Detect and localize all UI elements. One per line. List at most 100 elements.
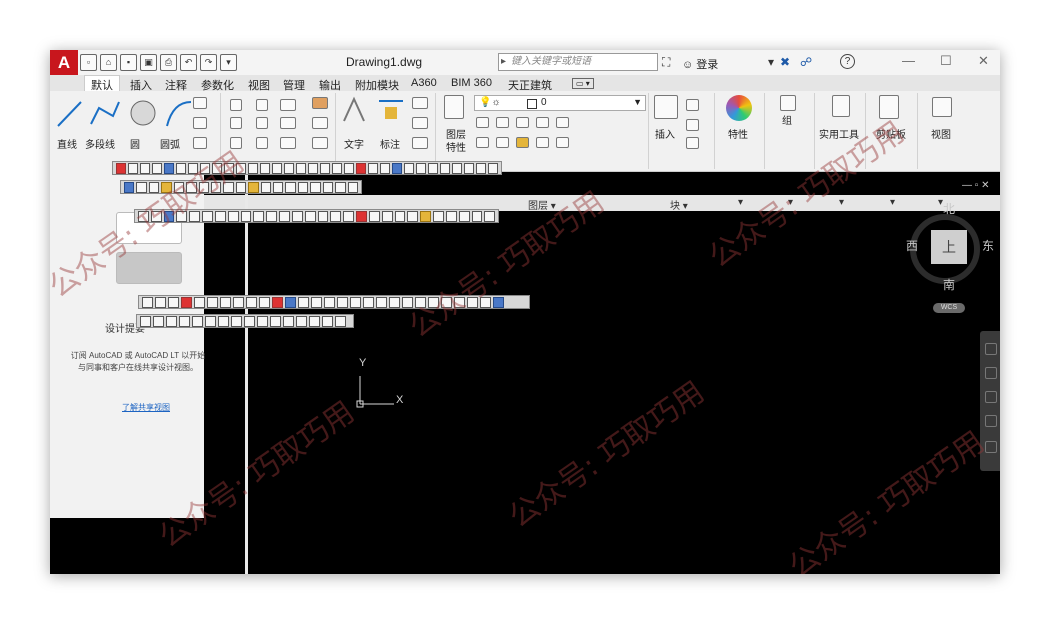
erase-icon[interactable] [312,97,328,109]
layer-tool-5-icon[interactable] [556,117,569,128]
floating-toolbar-1[interactable] [112,161,502,175]
hatch-icon[interactable] [193,117,207,129]
properties-button[interactable]: 特性 [728,126,748,141]
viewcube-east[interactable]: 东 [982,237,994,254]
viewcube-west[interactable]: 西 [906,237,918,254]
array-icon[interactable] [280,137,296,149]
floating-toolbar-3[interactable] [134,209,499,223]
layer-tool-10-icon[interactable] [556,137,569,148]
properties-panel-arrow[interactable]: ▾ [738,197,743,208]
polyline-button[interactable]: 多段线 [85,136,115,151]
dropdown-arrow-icon[interactable]: ▾ [768,55,774,69]
explode-icon[interactable] [312,117,328,129]
calculator-icon[interactable] [832,95,850,117]
move-icon[interactable] [230,99,242,111]
groups-panel-arrow[interactable]: ▾ [788,197,793,208]
binoculars-icon[interactable]: ⛶ [662,55,670,70]
search-input[interactable]: 键入关键字或短语 [498,53,658,71]
print-icon[interactable]: ⎙ [160,54,177,71]
line-button[interactable]: 直线 [57,136,77,151]
color-wheel-icon[interactable] [726,95,752,121]
block-panel-label[interactable]: 块 ▾ [670,197,688,212]
layer-tool-1-icon[interactable] [476,117,489,128]
undo-icon[interactable]: ↶ [180,54,197,71]
layer-properties-label-2[interactable]: 特性 [446,139,466,154]
leader-icon[interactable] [412,97,428,109]
rotate-icon[interactable] [256,99,268,111]
layer-tool-3-icon[interactable] [516,117,529,128]
layer-tool-2-icon[interactable] [496,117,509,128]
rectangle-icon[interactable] [193,97,207,109]
showmotion-icon[interactable] [985,441,997,453]
clipboard-button[interactable]: 剪贴板 [876,126,906,141]
text-style-icon[interactable] [412,117,428,129]
group-button[interactable]: 组 [782,112,792,127]
offset-icon[interactable] [312,137,328,149]
group-icon[interactable] [780,95,796,111]
dimension-button[interactable]: 标注 [380,136,400,151]
viewcube-north[interactable]: 北 [943,200,955,217]
layer-properties-icon[interactable] [444,95,464,119]
fillet-icon[interactable] [280,117,296,129]
close-button[interactable]: ✕ [978,53,989,69]
help-button[interactable]: ? [840,54,855,69]
clipboard-icon[interactable] [879,95,899,119]
steering-wheel-icon[interactable] [985,343,997,355]
clipboard-panel-arrow[interactable]: ▾ [890,197,895,208]
viewcube-south[interactable]: 南 [943,276,955,293]
layer-tool-8-icon[interactable] [516,137,529,148]
floating-toolbar-2[interactable] [120,180,362,194]
utilities-panel-arrow[interactable]: ▾ [839,197,844,208]
floating-toolbar-5[interactable] [136,314,354,328]
arc-button[interactable]: 圆弧 [160,136,180,151]
tab-overflow-button[interactable]: ▭ ▾ [572,78,594,89]
wcs-menu[interactable]: WCS [933,303,965,313]
utilities-button[interactable]: 实用工具 [819,126,859,141]
layer-tool-4-icon[interactable] [536,117,549,128]
exchange-icon[interactable]: ✖ [780,55,790,69]
save-icon[interactable]: ▪ [120,54,137,71]
layer-dropdown[interactable]: 💡☼ 0 ▼ [474,95,646,111]
text-button[interactable]: 文字 [344,136,364,151]
viewcube-top-face[interactable]: 上 [931,230,967,264]
layer-tool-9-icon[interactable] [536,137,549,148]
orbit-icon[interactable] [985,415,997,427]
a360-icon[interactable]: ☍ [800,55,812,69]
edit-block-icon[interactable] [686,119,699,131]
tab-bim360[interactable]: BIM 360 [451,77,492,89]
new-icon[interactable]: ▫ [80,54,97,71]
create-block-icon[interactable] [686,99,699,111]
learn-share-link[interactable]: 了解共享视图 [122,402,170,413]
arc-icon [166,101,192,127]
pan-icon[interactable] [985,367,997,379]
login-button[interactable]: ☺ 登录 [682,56,718,72]
circle-button[interactable]: 圆 [130,136,140,151]
save-as-icon[interactable]: ▣ [140,54,157,71]
layer-tool-6-icon[interactable] [476,137,489,148]
table-icon[interactable] [412,137,428,149]
stretch-icon[interactable] [230,137,242,149]
open-icon[interactable]: ⌂ [100,54,117,71]
block-attribute-icon[interactable] [686,137,699,149]
qat-dropdown-icon[interactable]: ▾ [220,54,237,71]
trim-icon[interactable] [280,99,296,111]
insert-button[interactable]: 插入 [655,126,675,141]
mirror-icon[interactable] [256,117,268,129]
palette-splitter[interactable] [245,170,248,574]
zoom-icon[interactable] [985,391,997,403]
view-icon[interactable] [932,97,952,117]
region-icon[interactable] [193,137,207,149]
redo-icon[interactable]: ↷ [200,54,217,71]
viewport-controls[interactable]: — ▫ ✕ [962,180,989,191]
layer-tool-7-icon[interactable] [496,137,509,148]
minimize-button[interactable]: — [902,53,915,68]
copy-icon[interactable] [230,117,242,129]
floating-toolbar-4[interactable] [138,295,530,309]
application-menu-button[interactable]: A [50,50,78,75]
insert-block-icon[interactable] [654,95,678,119]
maximize-button[interactable]: ☐ [940,53,952,69]
view-button[interactable]: 视图 [931,126,951,141]
tab-a360[interactable]: A360 [411,77,437,89]
scale-icon[interactable] [256,137,268,149]
layers-panel-label[interactable]: 图层 ▾ [528,197,556,212]
